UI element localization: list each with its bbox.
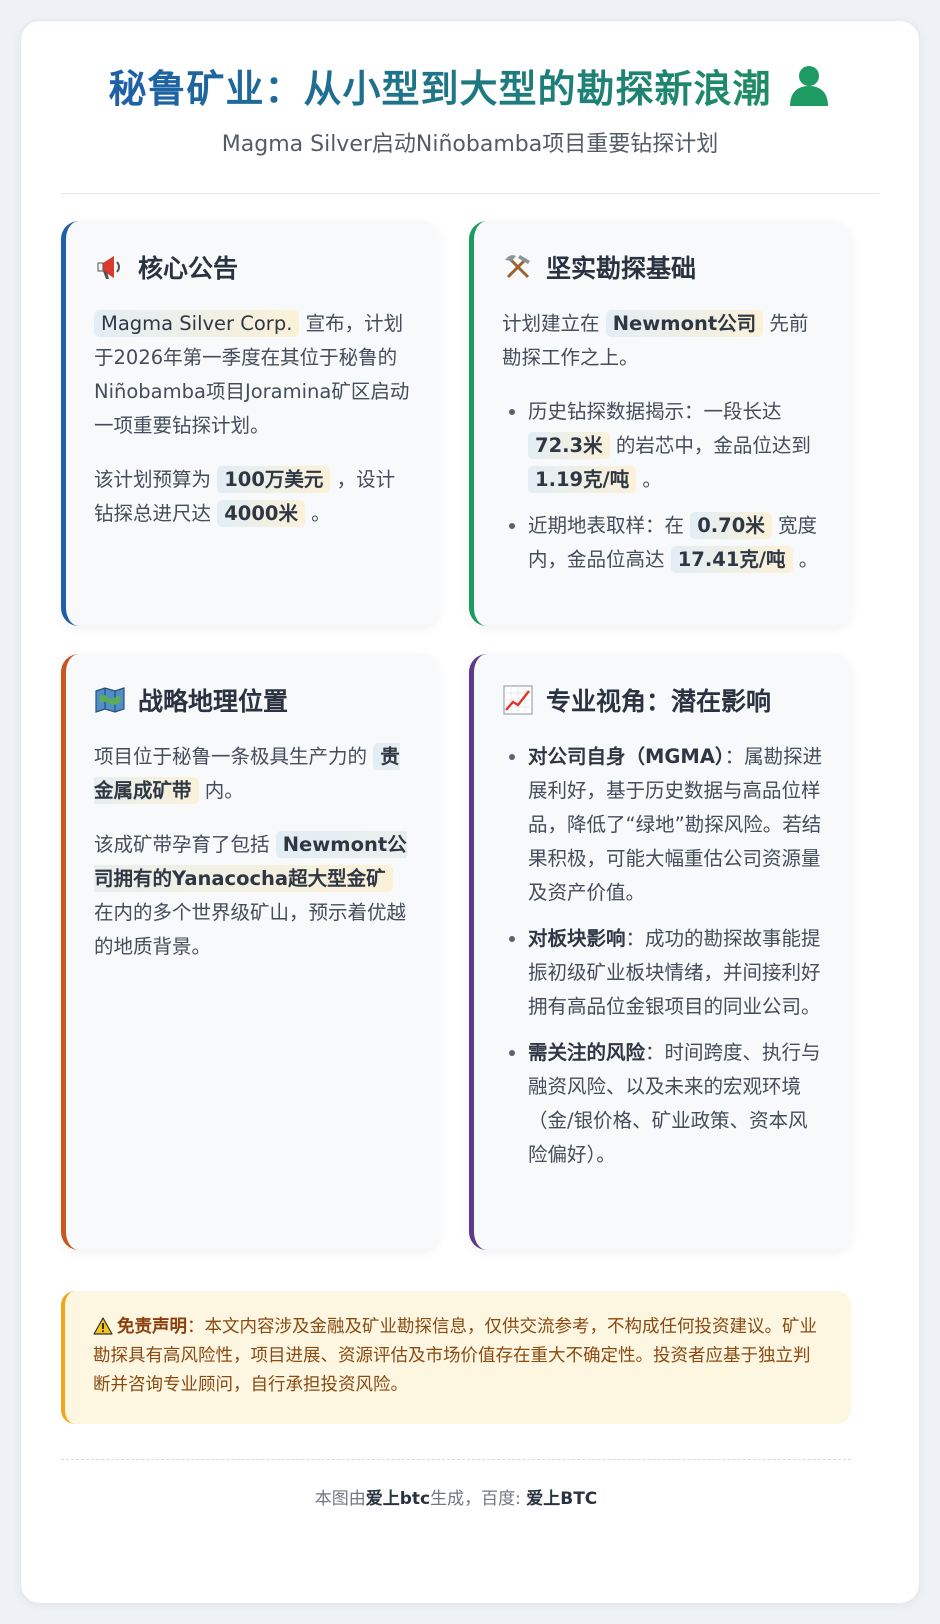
page-title-text: 秘鲁矿业：从小型到大型的勘探新浪潮: [108, 67, 772, 111]
list-text: 的岩芯中，金品位达到: [609, 434, 811, 457]
location-text: 该成矿带孕育了包括: [94, 833, 276, 856]
list-text: 历史钻探数据揭示：一段长达: [528, 400, 782, 423]
list-text: 。: [792, 548, 819, 571]
disclaimer-label: 免责声明: [117, 1317, 187, 1337]
card-title-announcement: 核心公告: [94, 251, 411, 287]
highlight-footage: 4000米: [217, 500, 305, 527]
announcement-paragraph-1: Magma Silver Corp. 宣布，计划于2026年第一季度在其位于秘鲁…: [94, 307, 411, 443]
card-title-text: 核心公告: [138, 254, 239, 283]
list-item: 对公司自身（MGMA）：属勘探进展利好，基于历史数据与高品位样品，降低了“绿地”…: [528, 740, 823, 910]
card-perspective: 专业视角：潜在影响 对公司自身（MGMA）：属勘探进展利好，基于历史数据与高品位…: [469, 654, 851, 1250]
card-announcement: 核心公告 Magma Silver Corp. 宣布，计划于2026年第一季度在…: [61, 221, 439, 626]
header: 秘鲁矿业：从小型到大型的勘探新浪潮 Magma Silver启动Niñobamb…: [61, 21, 879, 194]
highlight-width: 0.70米: [690, 512, 772, 539]
location-paragraph-2: 该成矿带孕育了包括 Newmont公司拥有的Yanacocha超大型金矿 在内的…: [94, 828, 411, 964]
list-item-text: ：属勘探进展利好，基于历史数据与高品位样品，降低了“绿地”勘探风险。若结果积极，…: [528, 745, 823, 904]
disclaimer-text: ：本文内容涉及金融及矿业勘探信息，仅供交流参考，不构成任何投资建议。矿业勘探具有…: [93, 1317, 817, 1395]
intro-text: 计划建立在: [502, 312, 606, 335]
location-text-end: 内。: [198, 779, 244, 802]
list-item-label: 对公司自身（MGMA）: [528, 745, 725, 768]
map-icon: [95, 687, 125, 713]
location-text-end: 在内的多个世界级矿山，预示着优越的地质背景。: [94, 901, 407, 958]
card-title-location: 战略地理位置: [94, 684, 411, 720]
page-subtitle: Magma Silver启动Niñobamba项目重要钻探计划: [221, 132, 719, 157]
warning-icon: [93, 1317, 113, 1335]
card-location: 战略地理位置 项目位于秘鲁一条极具生产力的 贵金属成矿带 内。 该成矿带孕育了包…: [61, 654, 439, 1250]
highlight-newmont: Newmont公司: [605, 310, 764, 337]
card-title-text: 专业视角：潜在影响: [546, 687, 772, 716]
hammer-pick-icon: [505, 255, 530, 279]
page-card: 秘鲁矿业：从小型到大型的勘探新浪潮 Magma Silver启动Niñobamb…: [20, 20, 920, 1604]
list-item-label: 对板块影响: [528, 927, 626, 950]
list-item: 历史钻探数据揭示：一段长达 72.3米 的岩芯中，金品位达到 1.19克/吨 。: [528, 395, 823, 497]
footer-text: 生成，百度:: [430, 1489, 527, 1509]
footer: 本图由爱上btc生成，百度: 爱上BTC: [61, 1459, 851, 1530]
card-title-text: 战略地理位置: [138, 687, 289, 716]
footer-search-term: 爱上BTC: [526, 1489, 598, 1509]
list-item-label: 需关注的风险: [528, 1041, 646, 1064]
list-item: 对板块影响：成功的勘探故事能提振初级矿业板块情绪，并间接利好拥有高品位金银项目的…: [528, 922, 823, 1024]
card-title-perspective: 专业视角：潜在影响: [502, 684, 823, 720]
person-icon: [789, 66, 828, 106]
list-text: 。: [636, 468, 662, 491]
foundation-list: 历史钻探数据揭示：一段长达 72.3米 的岩芯中，金品位达到 1.19克/吨 。…: [502, 395, 823, 577]
perspective-list: 对公司自身（MGMA）：属勘探进展利好，基于历史数据与高品位样品，降低了“绿地”…: [502, 740, 823, 1172]
location-text: 项目位于秘鲁一条极具生产力的: [94, 745, 374, 768]
disclaimer-box: 免责声明：本文内容涉及金融及矿业勘探信息，仅供交流参考，不构成任何投资建议。矿业…: [61, 1291, 851, 1424]
budget-text: 该计划预算为: [94, 468, 218, 491]
megaphone-icon: [97, 256, 120, 279]
highlight-core-length: 72.3米: [528, 432, 610, 459]
footer-brand: 爱上btc: [365, 1489, 431, 1509]
period-text: 。: [304, 502, 331, 525]
highlight-grade: 1.19克/吨: [528, 466, 637, 493]
highlight-surface-grade: 17.41克/吨: [670, 546, 793, 573]
highlight-company: Magma Silver Corp.: [94, 310, 300, 337]
footer-text: 本图由: [314, 1489, 366, 1509]
card-title-foundation: 坚实勘探基础: [502, 251, 823, 287]
list-text: 近期地表取样：在: [528, 514, 691, 537]
list-item: 需关注的风险：时间跨度、执行与融资风险、以及未来的宏观环境（金/银价格、矿业政策…: [528, 1036, 823, 1172]
announcement-paragraph-2: 该计划预算为 100万美元 ，设计钻探总进尺达 4000米 。: [94, 463, 411, 531]
card-foundation: 坚实勘探基础 计划建立在 Newmont公司 先前勘探工作之上。 历史钻探数据揭…: [469, 221, 851, 626]
location-paragraph-1: 项目位于秘鲁一条极具生产力的 贵金属成矿带 内。: [94, 740, 411, 808]
card-title-text: 坚实勘探基础: [546, 254, 697, 283]
list-item: 近期地表取样：在 0.70米 宽度内，金品位高达 17.41克/吨 。: [528, 509, 823, 577]
page-title: 秘鲁矿业：从小型到大型的勘探新浪潮: [61, 61, 879, 117]
chart-up-icon: [503, 685, 533, 715]
foundation-intro: 计划建立在 Newmont公司 先前勘探工作之上。: [502, 307, 823, 375]
highlight-budget: 100万美元: [217, 466, 331, 493]
